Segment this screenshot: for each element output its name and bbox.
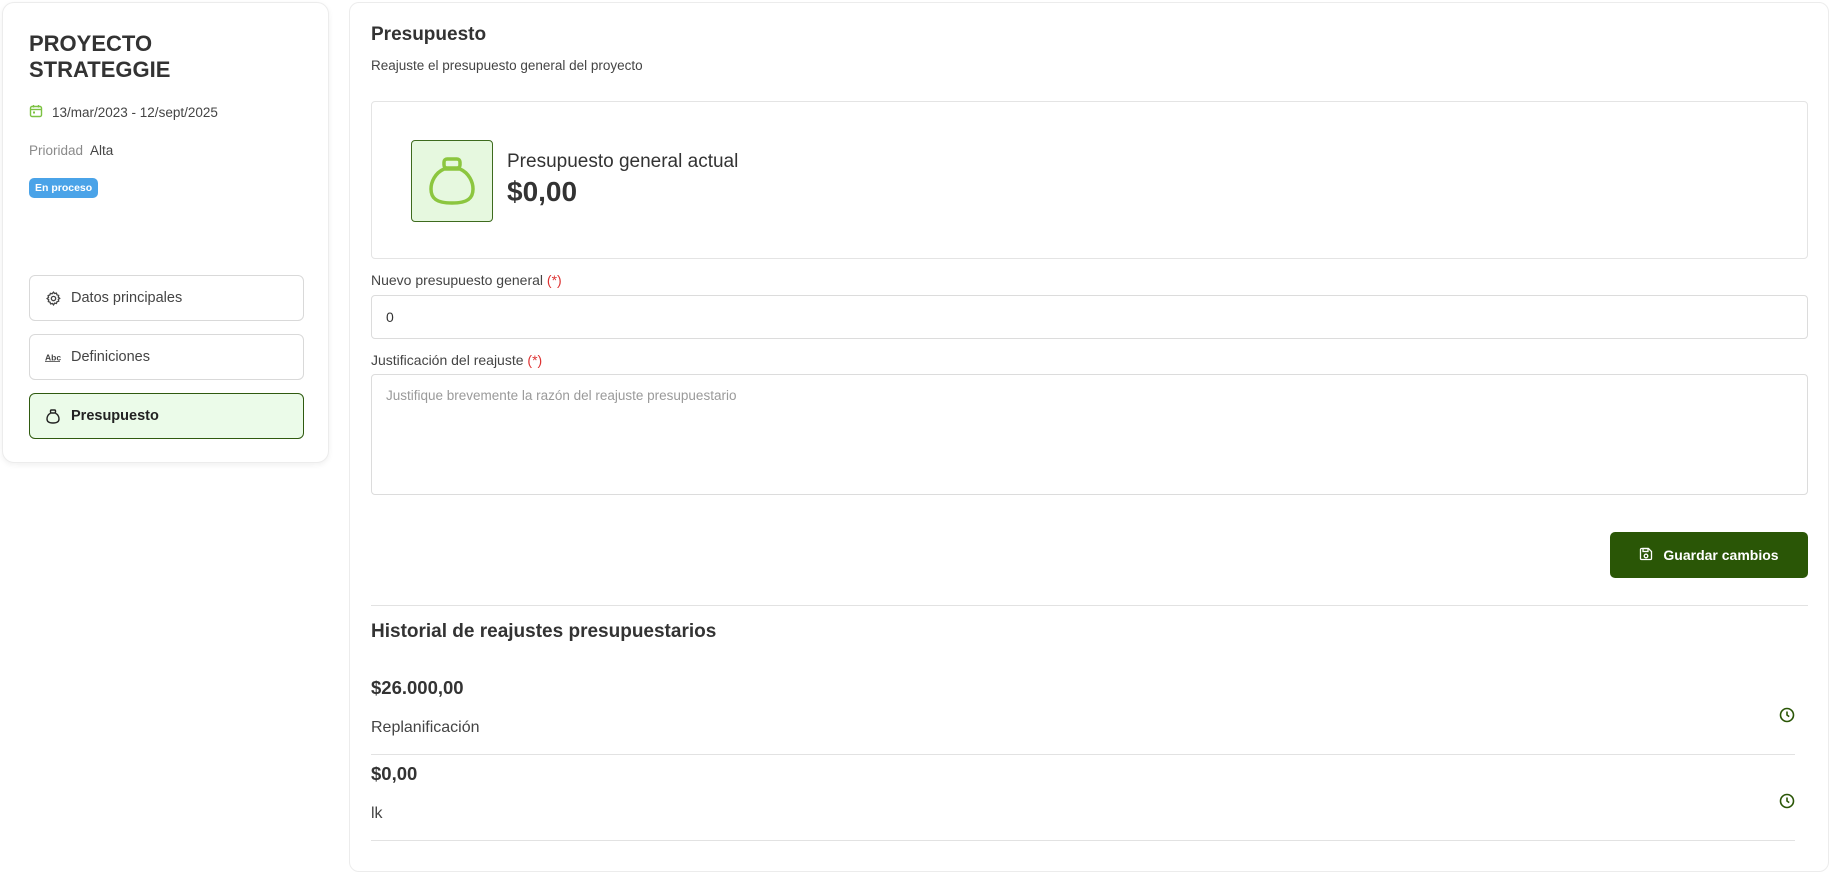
priority-label: Prioridad xyxy=(29,143,84,158)
new-budget-label-text: Nuevo presupuesto general xyxy=(371,272,544,288)
history-reason: Replanificación xyxy=(371,719,480,736)
history-entry: $26.000,00 Replanificación xyxy=(371,669,1795,755)
current-budget-label: Presupuesto general actual xyxy=(507,151,739,172)
history-entry: $0,00 lk xyxy=(371,755,1795,841)
gear-icon xyxy=(45,290,61,306)
justification-textarea[interactable] xyxy=(371,374,1808,495)
history-title: Historial de reajustes presupuestarios xyxy=(371,621,717,642)
clock-icon[interactable] xyxy=(1779,707,1795,723)
abc-icon: Abc xyxy=(45,349,61,365)
nav-item-label: Datos principales xyxy=(71,290,183,306)
nav-item-datos-principales[interactable]: Datos principales xyxy=(29,275,304,321)
project-sidebar: PROYECTO STRATEGGIE 13/mar/2023 - 12/sep… xyxy=(2,2,329,463)
justification-label-text: Justificación del reajuste xyxy=(371,352,524,368)
history-amount: $0,00 xyxy=(371,763,418,784)
current-budget-value: $0,00 xyxy=(507,176,578,207)
nav-item-label: Presupuesto xyxy=(71,408,159,424)
project-priority: Prioridad Alta xyxy=(29,143,113,158)
project-dates: 13/mar/2023 - 12/sept/2025 xyxy=(29,104,218,121)
history-amount: $26.000,00 xyxy=(371,677,464,698)
save-button-label: Guardar cambios xyxy=(1663,547,1779,563)
save-icon xyxy=(1639,547,1653,564)
required-mark: (*) xyxy=(527,352,543,368)
money-bag-icon xyxy=(411,140,493,222)
section-title: Presupuesto xyxy=(371,24,487,45)
current-budget-card: Presupuesto general actual $0,00 xyxy=(371,101,1808,259)
calendar-icon xyxy=(29,104,43,121)
budget-panel: Presupuesto Reajuste el presupuesto gene… xyxy=(349,2,1829,872)
new-budget-label: Nuevo presupuesto general (*) xyxy=(371,272,562,288)
section-subtitle: Reajuste el presupuesto general del proy… xyxy=(371,58,643,73)
clock-icon[interactable] xyxy=(1779,793,1795,809)
project-dates-text: 13/mar/2023 - 12/sept/2025 xyxy=(52,105,218,120)
justification-label: Justificación del reajuste (*) xyxy=(371,352,542,368)
nav-item-label: Definiciones xyxy=(71,349,150,365)
project-title: PROYECTO STRATEGGIE xyxy=(29,31,171,82)
new-budget-input[interactable]: 0 xyxy=(371,295,1808,339)
money-bag-icon xyxy=(45,408,61,424)
history-reason: lk xyxy=(371,805,383,822)
save-changes-button[interactable]: Guardar cambios xyxy=(1610,532,1808,578)
required-mark: (*) xyxy=(546,272,562,288)
nav-item-presupuesto[interactable]: Presupuesto xyxy=(29,393,304,439)
svg-text:Abc: Abc xyxy=(45,353,61,363)
priority-value: Alta xyxy=(90,143,114,158)
section-divider xyxy=(371,605,1808,606)
nav-item-definiciones[interactable]: Abc Definiciones xyxy=(29,334,304,380)
status-badge: En proceso xyxy=(29,178,99,198)
